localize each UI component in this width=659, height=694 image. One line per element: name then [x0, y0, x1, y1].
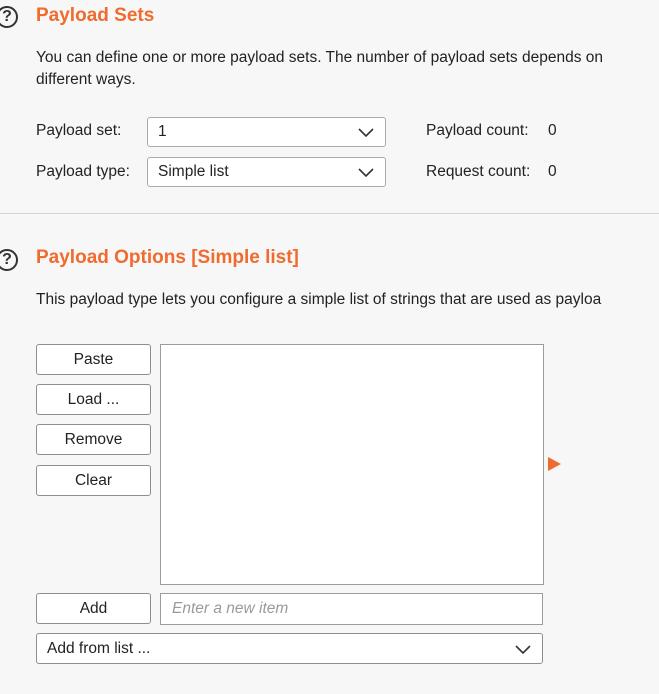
payload-count-value: 0	[548, 122, 557, 139]
chevron-down-icon	[515, 644, 531, 654]
help-icon[interactable]: ?	[0, 6, 18, 28]
clear-button[interactable]: Clear	[36, 465, 151, 496]
payload-set-label: Payload set:	[36, 122, 122, 139]
load-button[interactable]: Load ...	[36, 384, 151, 415]
help-icon[interactable]: ?	[0, 249, 18, 271]
payload-sets-description-line2: different ways.	[36, 71, 136, 88]
payload-type-value: Simple list	[158, 163, 229, 180]
payload-sets-title: Payload Sets	[36, 5, 155, 26]
payload-set-value: 1	[158, 123, 167, 140]
payload-count-label: Payload count:	[426, 122, 529, 139]
chevron-down-icon	[358, 168, 374, 178]
payload-options-title: Payload Options [Simple list]	[36, 247, 299, 268]
chevron-down-icon	[358, 128, 374, 138]
new-item-input[interactable]: Enter a new item	[160, 593, 543, 625]
payload-set-select[interactable]: 1	[147, 117, 386, 147]
payload-options-description: This payload type lets you configure a s…	[36, 291, 602, 308]
payload-type-label: Payload type:	[36, 163, 130, 180]
payload-list[interactable]	[160, 344, 544, 585]
add-button[interactable]: Add	[36, 593, 151, 624]
paste-button[interactable]: Paste	[36, 344, 151, 375]
remove-button[interactable]: Remove	[36, 424, 151, 455]
payload-sets-description-line1: You can define one or more payload sets.…	[36, 49, 603, 66]
add-from-list-value: Add from list ...	[47, 639, 151, 657]
request-count-value: 0	[548, 163, 557, 180]
section-divider	[0, 213, 659, 214]
add-from-list-select[interactable]: Add from list ...	[36, 633, 543, 664]
request-count-label: Request count:	[426, 163, 531, 180]
triangle-right-icon[interactable]	[548, 457, 561, 471]
payload-type-select[interactable]: Simple list	[147, 157, 386, 187]
